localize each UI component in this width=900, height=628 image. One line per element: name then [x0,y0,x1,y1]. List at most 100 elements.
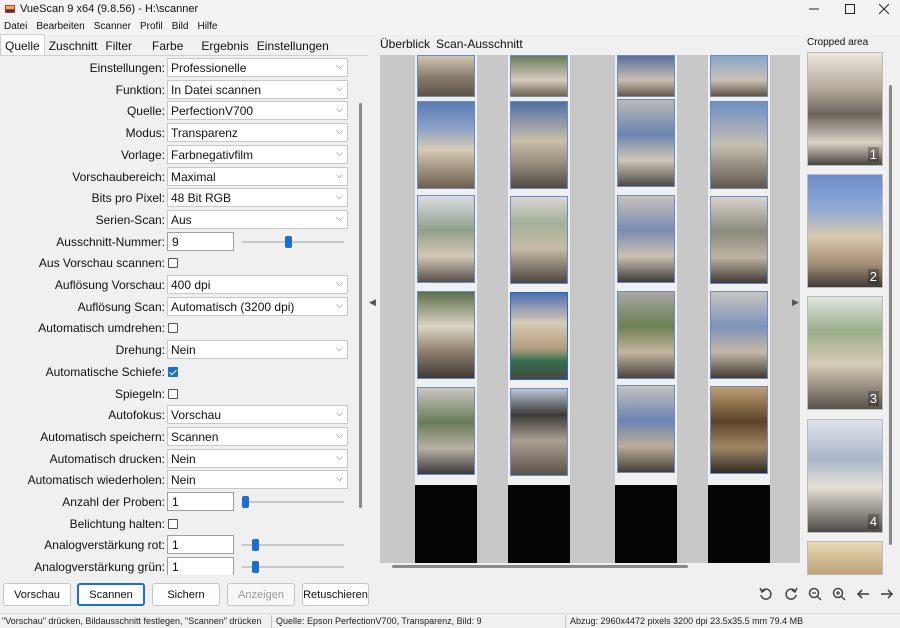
collapse-left-icon[interactable]: ◀ [369,297,376,308]
film-frame[interactable] [710,55,768,97]
select-funktion[interactable]: In Datei scannen ⌵ [167,79,348,99]
tab-ueberblick[interactable]: Überblick [380,37,430,51]
film-frame[interactable] [510,196,568,284]
minimize-button[interactable] [796,0,832,18]
film-frame[interactable] [417,195,475,283]
rotate-right-button[interactable] [782,585,800,603]
checkbox-belichtung[interactable] [168,518,178,529]
slider-proben-thumb[interactable] [242,496,249,508]
select-autofokus[interactable]: Vorschau ⌵ [167,405,348,425]
input-anzahl-proben[interactable]: 1 [167,492,234,511]
select-aufl-scan[interactable]: Automatisch (3200 dpi) ⌵ [167,296,348,316]
zoom-in-button[interactable] [830,585,848,603]
select-modus[interactable]: Transparenz ⌵ [167,123,348,143]
select-drehung[interactable]: Nein ⌵ [167,340,348,360]
film-frame[interactable] [617,55,675,97]
preview-h-scrollbar[interactable] [392,565,688,568]
checkbox-aus-vorschau[interactable] [168,258,178,269]
film-frame[interactable] [510,55,568,97]
next-button[interactable] [878,585,896,603]
film-frame[interactable] [510,388,568,476]
cropped-thumbnail[interactable]: 2 [807,174,883,288]
vorschau-button[interactable]: Vorschau [3,583,71,606]
film-frame[interactable] [617,99,675,187]
cropped-thumbnail[interactable]: 1 [807,52,883,166]
anzeigen-button[interactable]: Anzeigen [227,583,295,606]
film-frame[interactable] [710,291,768,379]
film-frame[interactable] [710,386,768,474]
tab-quelle[interactable]: Quelle [0,34,45,55]
select-bits[interactable]: 48 Bit RGB ⌵ [167,188,348,208]
menu-bild[interactable]: Bild [172,21,189,32]
menu-bearbeiten[interactable]: Bearbeiten [36,21,84,32]
zoom-out-button[interactable] [806,585,824,603]
vuescan-app-icon [5,5,15,13]
tab-zuschnitt[interactable]: Zuschnitt [45,35,102,55]
slider-proben-track[interactable] [242,501,344,503]
expand-right-icon[interactable]: ▶ [792,297,799,308]
film-frame[interactable] [417,387,475,475]
select-einstellungen[interactable]: Professionelle ⌵ [167,58,348,77]
previous-button[interactable] [854,585,872,603]
retuschieren-button[interactable]: Retuschieren [302,583,369,606]
row-vorschaubereich: Vorschaubereich: Maximal ⌵ [0,166,358,187]
input-analog-rot[interactable]: 1 [167,535,234,555]
menu-scanner[interactable]: Scanner [94,21,131,32]
arrow-left-icon [856,589,869,599]
chevron-down-icon: ⌵ [336,451,343,462]
input-analog-gruen[interactable]: 1 [167,557,234,577]
select-aufl-vorschau[interactable]: 400 dpi ⌵ [167,275,348,294]
input-ausschnitt-nummer[interactable]: 9 [167,231,234,251]
film-preview[interactable] [380,55,800,563]
menu-hilfe[interactable]: Hilfe [197,21,217,32]
film-frame[interactable] [617,291,675,379]
thumbnails-scrollbar[interactable] [889,85,892,545]
chevron-down-icon: ⌵ [336,212,343,223]
slider-ausschnitt-thumb[interactable] [284,235,292,248]
film-frame[interactable] [617,195,675,283]
chevron-down-icon: ⌵ [336,278,343,288]
film-frame[interactable] [417,291,475,379]
cropped-thumbnail[interactable] [807,541,883,575]
row-drehung: Drehung: Nein ⌵ [0,339,358,360]
settings-scrollbar[interactable] [359,103,362,508]
tab-scan-ausschnitt[interactable]: Scan-Ausschnitt [436,37,523,51]
film-frame[interactable] [710,101,768,189]
scannen-button[interactable]: Scannen [77,583,145,606]
slider-analog-gruen-thumb[interactable] [251,561,259,574]
film-frame[interactable] [510,101,568,189]
select-vorschaubereich[interactable]: Maximal ⌵ [167,166,348,186]
select-auto-wiederholen[interactable]: Nein ⌵ [167,470,348,490]
slider-analog-rot-thumb[interactable] [251,539,259,552]
film-frame[interactable] [710,196,768,284]
film-frame[interactable] [417,55,475,97]
select-vorlage[interactable]: Farbnegativfilm ⌵ [167,144,348,164]
cropped-thumbnail[interactable]: 4 [807,419,883,533]
tab-filter[interactable]: Filter [101,35,136,55]
tab-ergebnis[interactable]: Ergebnis [197,35,252,55]
select-quelle[interactable]: PerfectionV700 ⌵ [167,101,348,121]
select-serien[interactable]: Aus ⌵ [167,209,348,229]
menu-datei[interactable]: Datei [4,21,27,32]
row-funktion: Funktion: In Datei scannen ⌵ [0,79,358,100]
slider-ausschnitt-track[interactable] [242,240,344,243]
checkbox-umdrehen[interactable] [168,323,178,334]
checkbox-schiefe[interactable] [168,366,178,377]
maximize-button[interactable] [832,0,868,18]
select-quelle-value: PerfectionV700 [171,104,254,119]
label-drehung: Drehung: [115,343,165,358]
cropped-thumbnail[interactable]: 3 [807,296,883,410]
tab-einstellungen[interactable]: Einstellungen [253,35,333,55]
close-button[interactable] [866,0,900,18]
film-frame[interactable] [617,385,675,473]
tab-farbe[interactable]: Farbe [148,35,187,55]
select-auto-drucken[interactable]: Nein ⌵ [167,448,348,468]
checkbox-spiegeln[interactable] [168,388,178,399]
menu-profil[interactable]: Profil [140,21,163,32]
rotate-left-button[interactable] [757,585,775,603]
film-frame[interactable] [417,101,475,189]
selected-film-frame[interactable] [510,292,568,380]
select-auto-speichern[interactable]: Scannen ⌵ [167,426,348,446]
sichern-button[interactable]: Sichern [152,583,220,606]
select-aufl-scan-value: Automatisch (3200 dpi) [171,299,295,314]
